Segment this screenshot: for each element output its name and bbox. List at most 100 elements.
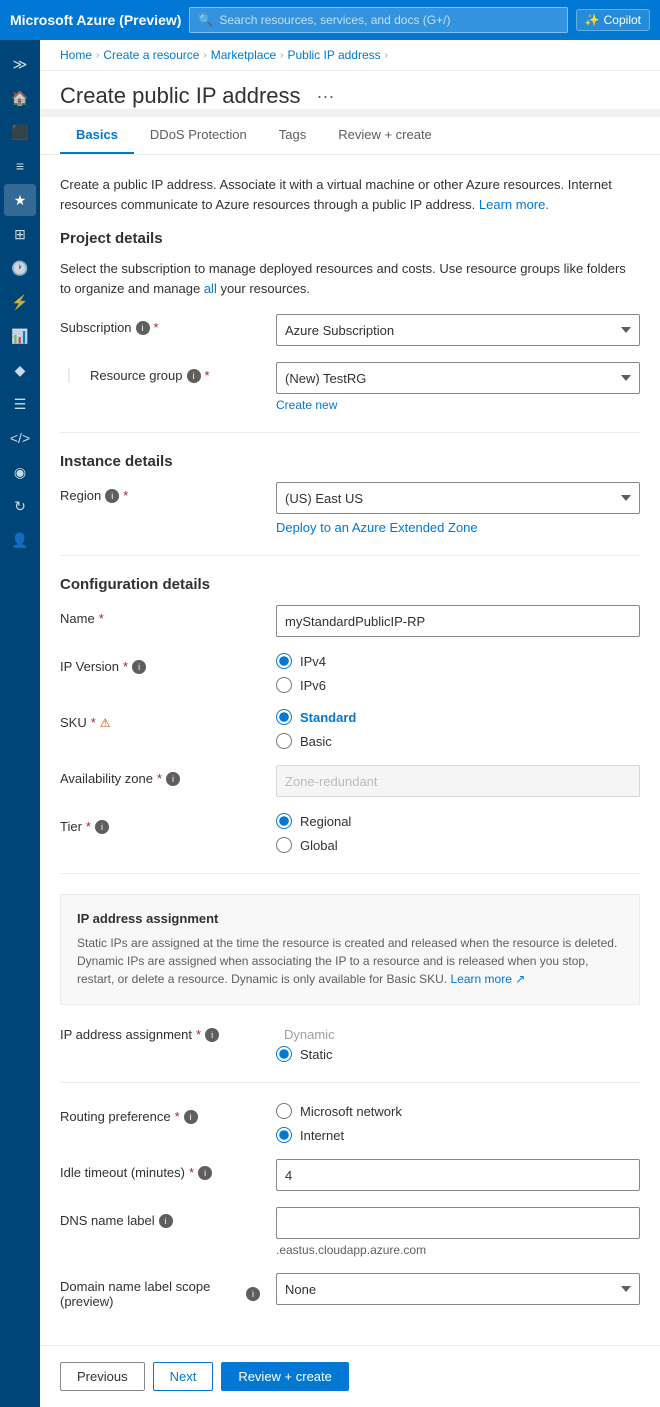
internet-option[interactable]: Internet xyxy=(276,1127,640,1143)
static-radio[interactable] xyxy=(276,1046,292,1062)
resource-group-info-icon[interactable]: i xyxy=(187,369,201,383)
domain-scope-select[interactable]: None xyxy=(276,1273,640,1305)
breadcrumb-home[interactable]: Home xyxy=(60,48,92,62)
activity-icon: ≡ xyxy=(16,158,24,174)
dashboard-icon: ⬛ xyxy=(11,124,28,141)
all-link[interactable]: all xyxy=(204,281,217,296)
ipv4-option[interactable]: IPv4 xyxy=(276,653,640,669)
name-input[interactable] xyxy=(276,605,640,637)
region-select[interactable]: (US) East US xyxy=(276,482,640,514)
sidebar-item-diamond[interactable]: ◆ xyxy=(4,354,36,386)
dns-name-input[interactable] xyxy=(276,1207,640,1239)
diamond-icon: ◆ xyxy=(15,362,26,379)
idle-timeout-row: Idle timeout (minutes) * i xyxy=(60,1159,640,1191)
subscription-select[interactable]: Azure Subscription xyxy=(276,314,640,346)
idle-timeout-info-icon[interactable]: i xyxy=(198,1166,212,1180)
sidebar-item-lightning[interactable]: ⚡ xyxy=(4,286,36,318)
basic-option[interactable]: Basic xyxy=(276,733,640,749)
microsoft-network-radio[interactable] xyxy=(276,1103,292,1119)
internet-radio[interactable] xyxy=(276,1127,292,1143)
copilot-button[interactable]: ✨ Copilot xyxy=(576,9,650,31)
regional-label: Regional xyxy=(300,814,351,829)
sidebar-item-home[interactable]: 🏠 xyxy=(4,82,36,114)
tab-basics[interactable]: Basics xyxy=(60,117,134,154)
idle-timeout-input[interactable] xyxy=(276,1159,640,1191)
routing-info-icon[interactable]: i xyxy=(184,1110,198,1124)
sidebar-item-user[interactable]: 👤 xyxy=(4,524,36,556)
breadcrumb-marketplace[interactable]: Marketplace xyxy=(211,48,276,62)
regional-option[interactable]: Regional xyxy=(276,813,640,829)
page-title: Create public IP address xyxy=(60,83,301,109)
instance-details-title: Instance details xyxy=(60,453,640,470)
search-input[interactable] xyxy=(219,13,558,27)
ip-version-info-icon[interactable]: i xyxy=(132,660,146,674)
resource-group-select[interactable]: (New) TestRG xyxy=(276,362,640,394)
routing-control: Microsoft network Internet xyxy=(276,1103,640,1143)
ip-assignment-info-icon[interactable]: i xyxy=(205,1028,219,1042)
sidebar-item-refresh[interactable]: ↻ xyxy=(4,490,36,522)
ip-assignment-learn-more[interactable]: Learn more ↗ xyxy=(451,972,526,986)
global-radio[interactable] xyxy=(276,837,292,853)
availability-zone-info-icon[interactable]: i xyxy=(166,772,180,786)
sidebar-item-list[interactable]: ☰ xyxy=(4,388,36,420)
refresh-icon: ↻ xyxy=(14,498,26,515)
page-menu-button[interactable]: ··· xyxy=(311,84,341,109)
sidebar-item-circle[interactable]: ◉ xyxy=(4,456,36,488)
search-bar[interactable]: 🔍 xyxy=(189,7,567,33)
previous-button[interactable]: Previous xyxy=(60,1362,145,1391)
learn-more-link[interactable]: Learn more. xyxy=(479,197,549,212)
tier-info-icon[interactable]: i xyxy=(95,820,109,834)
sku-radio-group: Standard Basic xyxy=(276,709,640,749)
ipv6-radio[interactable] xyxy=(276,677,292,693)
availability-zone-select[interactable]: Zone-redundant xyxy=(276,765,640,797)
breadcrumb-create-resource[interactable]: Create a resource xyxy=(103,48,199,62)
next-button[interactable]: Next xyxy=(153,1362,214,1391)
breadcrumb-sep-2: › xyxy=(203,50,206,61)
breadcrumb-sep-3: › xyxy=(280,50,283,61)
tab-review[interactable]: Review + create xyxy=(322,117,448,154)
static-option[interactable]: Static xyxy=(276,1046,640,1062)
sidebar-item-code[interactable]: </> xyxy=(4,422,36,454)
code-icon: </> xyxy=(10,430,30,446)
azure-extended-zone-link[interactable]: Deploy to an Azure Extended Zone xyxy=(276,520,640,535)
review-create-button[interactable]: Review + create xyxy=(221,1362,349,1391)
ip-version-label: IP Version * i xyxy=(60,659,260,674)
domain-scope-info-icon[interactable]: i xyxy=(246,1287,260,1301)
page-header: Create public IP address ··· xyxy=(40,71,660,109)
copilot-icon: ✨ xyxy=(585,13,600,27)
domain-scope-row: Domain name label scope (preview) i None xyxy=(60,1273,640,1309)
tier-control: Regional Global xyxy=(276,813,640,853)
lightning-icon: ⚡ xyxy=(11,294,28,311)
standard-option[interactable]: Standard xyxy=(276,709,640,725)
ipv4-label: IPv4 xyxy=(300,654,326,669)
breadcrumb-sep-4: › xyxy=(385,50,388,61)
sidebar-item-dashboard[interactable]: ⬛ xyxy=(4,116,36,148)
ipv4-radio[interactable] xyxy=(276,653,292,669)
sidebar-item-activity[interactable]: ≡ xyxy=(4,150,36,182)
sidebar-item-resources[interactable]: ⊞ xyxy=(4,218,36,250)
name-row: Name * xyxy=(60,605,640,637)
sidebar-item-recent[interactable]: 🕐 xyxy=(4,252,36,284)
standard-radio[interactable] xyxy=(276,709,292,725)
regional-radio[interactable] xyxy=(276,813,292,829)
tab-ddos[interactable]: DDoS Protection xyxy=(134,117,263,154)
main-content: Home › Create a resource › Marketplace ›… xyxy=(40,40,660,1407)
region-info-icon[interactable]: i xyxy=(105,489,119,503)
create-new-link[interactable]: Create new xyxy=(276,398,640,412)
basic-radio[interactable] xyxy=(276,733,292,749)
subscription-row: Subscription i * Azure Subscription xyxy=(60,314,640,346)
sidebar-expand[interactable]: ≫ xyxy=(4,48,36,80)
microsoft-network-option[interactable]: Microsoft network xyxy=(276,1103,640,1119)
list-icon: ☰ xyxy=(14,396,27,413)
ipv6-label: IPv6 xyxy=(300,678,326,693)
breadcrumb-public-ip[interactable]: Public IP address xyxy=(287,48,380,62)
static-label: Static xyxy=(300,1047,333,1062)
sidebar-item-monitor[interactable]: 📊 xyxy=(4,320,36,352)
ip-version-row: IP Version * i IPv4 IPv6 xyxy=(60,653,640,693)
sidebar-item-favorites[interactable]: ★ xyxy=(4,184,36,216)
tab-tags[interactable]: Tags xyxy=(263,117,322,154)
global-option[interactable]: Global xyxy=(276,837,640,853)
ipv6-option[interactable]: IPv6 xyxy=(276,677,640,693)
subscription-info-icon[interactable]: i xyxy=(136,321,150,335)
name-control xyxy=(276,605,640,637)
